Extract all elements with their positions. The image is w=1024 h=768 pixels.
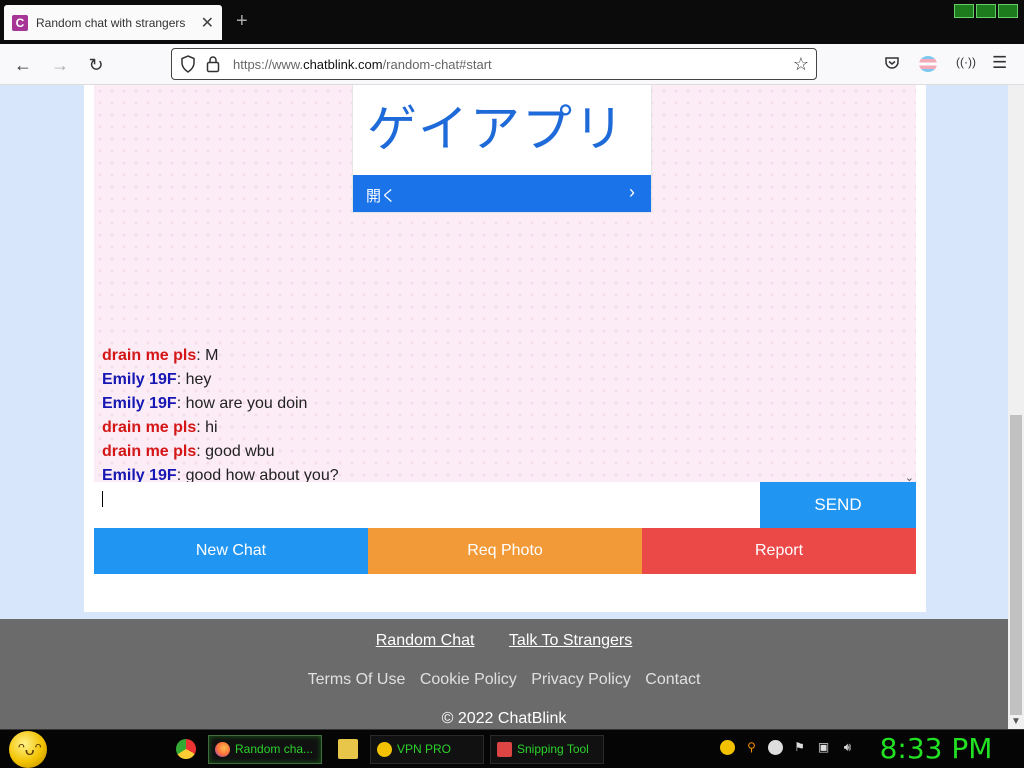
forward-arrow-icon[interactable]: →	[48, 53, 72, 77]
chrome-icon[interactable]	[176, 739, 196, 759]
message-sender: drain me pls	[102, 347, 197, 364]
tab-close-icon[interactable]: ✕	[201, 13, 214, 33]
new-chat-button[interactable]: New Chat	[94, 528, 368, 574]
volume-icon[interactable]: 🔊︎	[840, 740, 855, 755]
vpn-icon	[377, 742, 392, 757]
random-chat-link[interactable]: Random Chat	[376, 632, 475, 649]
firefox-icon	[215, 742, 230, 757]
message-text: : how are you doin	[176, 395, 308, 412]
menu-icon[interactable]: ☰	[992, 53, 1007, 73]
footer-primary-links: Random Chat Talk To Strangers	[0, 632, 1008, 650]
text-caret	[102, 491, 103, 507]
site-favicon-icon: C	[12, 14, 28, 31]
vpn-task-button[interactable]: VPN PRO	[370, 735, 484, 764]
chat-log[interactable]: ゲイアプリ 開く › drain me pls: M Emily 19F: hey…	[94, 85, 916, 484]
snipping-tool-task-button[interactable]: Snipping Tool	[490, 735, 604, 764]
page-viewport: ゲイアプリ 開く › drain me pls: M Emily 19F: hey…	[0, 85, 1008, 729]
browser-tab[interactable]: C Random chat with strangers ✕	[4, 5, 222, 40]
advertisement[interactable]: ゲイアプリ 開く ›	[352, 85, 652, 213]
footer-secondary-links: Terms Of Use Cookie Policy Privacy Polic…	[0, 671, 1008, 689]
network-icon[interactable]: ▣	[816, 740, 831, 755]
terms-link[interactable]: Terms Of Use	[308, 671, 406, 688]
window-controls	[954, 4, 1018, 18]
minimize-button[interactable]	[954, 4, 974, 18]
message-text: : hey	[176, 371, 212, 388]
talk-to-strangers-link[interactable]: Talk To Strangers	[509, 632, 632, 649]
vpn-task-label: VPN PRO	[397, 742, 452, 756]
message-text: : M	[196, 347, 219, 364]
new-tab-icon[interactable]: +	[236, 10, 248, 33]
send-button[interactable]: SEND	[760, 482, 916, 528]
message-input[interactable]	[94, 482, 760, 528]
contact-link[interactable]: Contact	[645, 671, 700, 688]
message-text: : hi	[196, 419, 218, 436]
firefox-task-label: Random cha...	[235, 742, 314, 756]
chat-message: Emily 19F: how are you doin	[102, 392, 339, 416]
start-button[interactable]: ᵔᴗᵔ	[9, 731, 47, 768]
url-text: https://www.chatblink.com/random-chat#st…	[233, 57, 492, 72]
bookmark-star-icon[interactable]: ☆	[793, 54, 809, 75]
chat-message: drain me pls: M	[102, 344, 339, 368]
site-footer: Random Chat Talk To Strangers Terms Of U…	[0, 619, 1008, 729]
taskbar: ᵔᴗᵔ Random cha... VPN PRO Snipping Tool …	[0, 729, 1024, 768]
snip-task-label: Snipping Tool	[517, 742, 589, 756]
message-list: drain me pls: M Emily 19F: hey Emily 19F: …	[102, 344, 339, 488]
tray-minus-icon[interactable]	[768, 740, 783, 755]
taskbar-clock[interactable]: 8:33 PM	[876, 732, 996, 765]
ad-title: ゲイアプリ	[367, 100, 626, 158]
extension-icon[interactable]	[919, 56, 937, 72]
close-window-button[interactable]	[998, 4, 1018, 18]
maximize-button[interactable]	[976, 4, 996, 18]
message-sender: drain me pls	[102, 419, 197, 436]
reload-icon[interactable]: ↻	[84, 53, 108, 77]
message-sender: Emily 19F	[102, 395, 177, 412]
tab-strip: C Random chat with strangers ✕ +	[0, 0, 1024, 44]
scissors-icon	[497, 742, 512, 757]
page-scrollbar[interactable]: ▼	[1008, 85, 1024, 729]
ad-open-label: 開く	[366, 188, 397, 205]
pocket-icon[interactable]	[884, 55, 900, 71]
report-button[interactable]: Report	[642, 528, 916, 574]
search-icon[interactable]: ⚲	[744, 740, 759, 755]
chat-message: drain me pls: good wbu	[102, 440, 339, 464]
shield-icon[interactable]	[180, 55, 196, 73]
lock-icon[interactable]	[206, 55, 220, 73]
copyright-text: © 2022 ChatBlink	[441, 710, 567, 727]
system-tray: ⚲ ⚑ ▣ 🔊︎	[720, 740, 855, 755]
ad-open-button[interactable]: 開く ›	[353, 175, 651, 212]
chat-message: Emily 19F: hey	[102, 368, 339, 392]
smiley-icon: ᵔᴗᵔ	[18, 739, 42, 759]
privacy-policy-link[interactable]: Privacy Policy	[531, 671, 631, 688]
cookie-policy-link[interactable]: Cookie Policy	[420, 671, 517, 688]
message-sender: drain me pls	[102, 443, 197, 460]
browser-toolbar: ← → ↻ https://www.chatblink.com/random-c…	[0, 44, 1024, 85]
scrollbar-thumb[interactable]	[1010, 415, 1022, 715]
firefox-task-button[interactable]: Random cha...	[208, 735, 322, 764]
chat-message: drain me pls: hi	[102, 416, 339, 440]
folder-icon[interactable]	[338, 739, 358, 759]
address-bar[interactable]: https://www.chatblink.com/random-chat#st…	[171, 48, 817, 80]
tray-smiley-icon[interactable]	[720, 740, 735, 755]
flag-icon[interactable]: ⚑	[792, 740, 807, 755]
message-sender: Emily 19F	[102, 371, 177, 388]
action-buttons: New Chat Req Photo Report	[94, 528, 916, 574]
back-arrow-icon[interactable]: ←	[11, 53, 35, 77]
tab-title: Random chat with strangers	[36, 15, 186, 30]
message-text: : good wbu	[196, 443, 275, 460]
extension-2-icon[interactable]: ((·))	[956, 55, 976, 69]
message-input-row: SEND	[94, 482, 916, 528]
chevron-right-icon: ›	[629, 182, 635, 202]
req-photo-button[interactable]: Req Photo	[368, 528, 642, 574]
scroll-down-icon[interactable]: ▼	[1011, 716, 1021, 727]
chat-card: ゲイアプリ 開く › drain me pls: M Emily 19F: hey…	[84, 85, 926, 612]
